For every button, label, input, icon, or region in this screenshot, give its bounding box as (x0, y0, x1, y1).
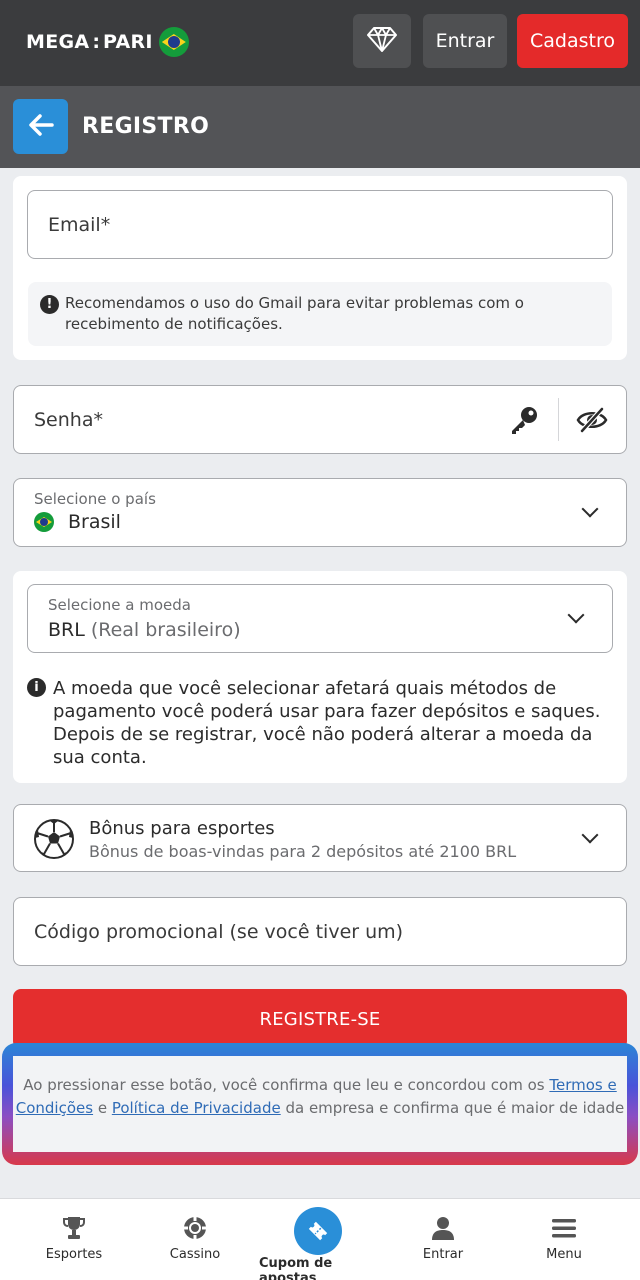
nav-casino-label: Cassino (169, 1247, 221, 1262)
user-icon (430, 1215, 456, 1241)
currency-code: BRL (48, 619, 85, 641)
logo-colon: : (92, 31, 100, 53)
ticket-icon (294, 1207, 342, 1255)
email-card: Email* ! Recomendamos o uso do Gmail par… (13, 176, 627, 360)
bonus-select[interactable]: Bônus para esportes Bônus de boas-vindas… (13, 804, 627, 872)
currency-name: (Real brasileiro) (90, 619, 241, 641)
bonus-subtitle: Bônus de boas-vindas para 2 depósitos at… (89, 842, 517, 861)
country-label: Selecione o país (34, 490, 156, 508)
eye-slash-icon[interactable] (576, 406, 608, 438)
bottom-nav: Esportes Cassino Cupom de apostas Entrar… (0, 1198, 640, 1280)
divider (558, 398, 559, 441)
key-icon[interactable] (508, 404, 540, 440)
email-field[interactable]: Email* (27, 190, 613, 259)
soccer-ball-icon (33, 818, 75, 864)
promo-code-field[interactable]: Código promocional (se você tiver um) (13, 897, 627, 966)
page-header: REGISTRO (0, 86, 640, 168)
page-title: REGISTRO (82, 114, 210, 139)
diamond-icon (367, 26, 397, 56)
arrow-left-icon (28, 113, 54, 140)
top-header: MEGA : PARI Entrar Cadastro (0, 0, 640, 86)
brazil-flag-icon (34, 512, 54, 532)
logo-text-pari: PARI (103, 31, 153, 53)
nav-sports[interactable]: Esportes (14, 1199, 134, 1280)
chevron-down-icon (581, 826, 599, 844)
terms-text: Ao pressionar esse botão, você confirma … (15, 1074, 625, 1120)
chevron-down-icon (567, 606, 585, 624)
chevron-down-icon (581, 500, 599, 518)
register-button[interactable]: REGISTRE-SE (13, 989, 627, 1049)
currency-value: BRL (Real brasileiro) (48, 619, 241, 641)
nav-sports-label: Esportes (45, 1247, 103, 1262)
email-placeholder: Email* (48, 214, 111, 236)
currency-card: Selecione a moeda BRL (Real brasileiro) … (13, 571, 627, 783)
nav-bet-slip[interactable]: Cupom de apostas (259, 1199, 379, 1280)
logo-text-mega: MEGA (26, 31, 90, 53)
exclamation-icon: ! (40, 295, 59, 314)
terms-prefix: Ao pressionar esse botão, você confirma … (23, 1076, 550, 1094)
casino-chip-icon (182, 1215, 208, 1241)
vip-button[interactable] (353, 14, 411, 68)
currency-select[interactable]: Selecione a moeda BRL (Real brasileiro) (27, 584, 613, 653)
login-button[interactable]: Entrar (423, 14, 507, 68)
currency-label: Selecione a moeda (48, 596, 191, 614)
signup-button[interactable]: Cadastro (517, 14, 628, 68)
email-notice-text: Recomendamos o uso do Gmail para evitar … (65, 294, 524, 333)
hamburger-menu-icon (551, 1215, 577, 1241)
trophy-icon (61, 1215, 87, 1241)
country-select[interactable]: Selecione o país Brasil (13, 478, 627, 547)
nav-login-label: Entrar (422, 1247, 464, 1262)
nav-menu-label: Menu (546, 1247, 582, 1262)
password-field[interactable]: Senha* (13, 385, 627, 454)
nav-login[interactable]: Entrar (383, 1199, 503, 1280)
info-icon: i (27, 678, 46, 697)
megapari-logo[interactable]: MEGA : PARI (26, 27, 189, 57)
country-value: Brasil (34, 511, 121, 533)
promo-placeholder: Código promocional (se você tiver um) (34, 921, 404, 943)
privacy-link[interactable]: Política de Privacidade (112, 1099, 281, 1117)
back-button[interactable] (13, 99, 68, 154)
country-value-text: Brasil (68, 511, 121, 533)
currency-note: A moeda que você selecionar afetará quai… (53, 678, 601, 768)
terms-suffix: da empresa e confirma que é maior de ida… (280, 1099, 625, 1117)
terms-middle: e (93, 1099, 112, 1117)
nav-menu[interactable]: Menu (504, 1199, 624, 1280)
nav-casino[interactable]: Cassino (135, 1199, 255, 1280)
password-placeholder: Senha* (34, 409, 103, 431)
email-notice: ! Recomendamos o uso do Gmail para evita… (28, 282, 612, 346)
brazil-flag-icon (158, 27, 189, 57)
bonus-title: Bônus para esportes (89, 818, 275, 839)
nav-bet-slip-label: Cupom de apostas (259, 1256, 333, 1280)
